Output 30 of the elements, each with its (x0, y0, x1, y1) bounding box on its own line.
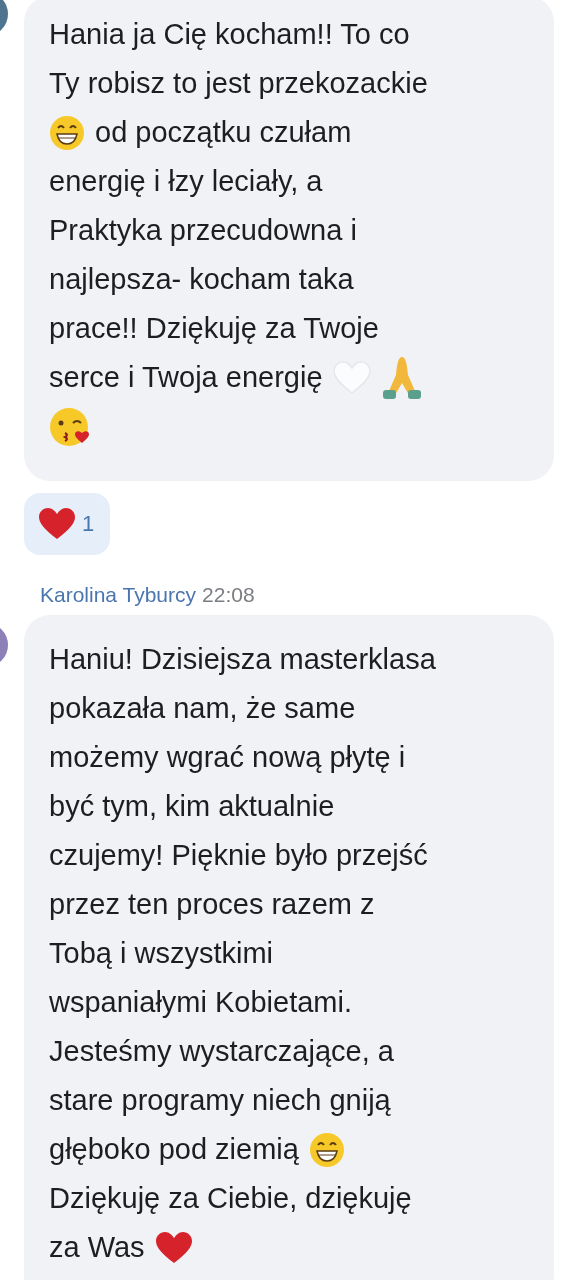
message-text: serce i Twoja energię (49, 361, 323, 394)
message-text: Jesteśmy wystarczające, a (49, 1035, 394, 1068)
message-text: Hania ja Cię kocham!! To co (49, 18, 410, 51)
author-name[interactable]: Karolina Tyburcy (40, 583, 197, 607)
reaction-count: 1 (82, 511, 95, 537)
reaction-badge[interactable]: 1 (24, 493, 111, 555)
message-text: za Was (49, 1231, 145, 1264)
message-text: możemy wgrać nową płytę i (49, 741, 406, 774)
message-text: Ty robisz to jest przekozackie (49, 67, 428, 100)
message-text: Haniu! Dzisiejsza masterklasa (49, 643, 436, 676)
message-text: głęboko pod ziemią (49, 1133, 299, 1166)
message-text: najlepsza- kocham taka (49, 263, 354, 296)
heart-icon (38, 507, 76, 541)
message-time: 22:08 (202, 583, 255, 607)
praying-hands-icon (380, 354, 423, 401)
message-text: energię i łzy leciały, a (49, 165, 323, 198)
grinning-face-icon (308, 1131, 345, 1168)
message-text: być tym, kim aktualnie (49, 790, 335, 823)
message-text: czujemy! Pięknie było przejść (49, 839, 428, 872)
message-text: Tobą i wszystkimi (49, 937, 273, 970)
heart-icon (154, 1230, 193, 1265)
message-text: prace!! Dziękuję za Twoje (49, 312, 379, 345)
grinning-face-icon (49, 114, 85, 151)
message-text: wspaniałymi Kobietami. (49, 986, 352, 1019)
message-text: od początku czułam (95, 116, 352, 149)
message-text: pokazała nam, że same (49, 692, 356, 725)
message-text: Dziękuję za Ciebie, dziękuję (49, 1182, 412, 1215)
message-text: Praktyka przecudowna i (49, 214, 357, 247)
message-text: przez ten proces razem z (49, 888, 375, 921)
message-text: stare programy niech gniją (49, 1084, 391, 1117)
